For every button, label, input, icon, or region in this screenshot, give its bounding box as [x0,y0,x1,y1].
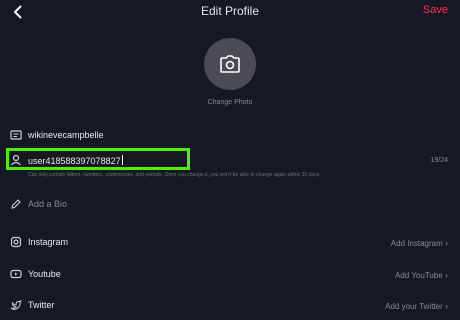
add-twitter-label: Add your Twitter [385,302,443,311]
highlight-box [6,148,190,170]
add-instagram-label: Add Instagram [390,239,443,248]
youtube-icon [10,269,22,279]
change-photo-label[interactable]: Change Photo [0,99,460,106]
instagram-icon [10,236,22,248]
username-hint: Can only contain letters, numbers, under… [28,172,321,178]
username-counter: 19/24 [430,157,448,164]
add-youtube-label: Add YouTube [395,271,443,280]
youtube-label: Youtube [28,269,61,279]
camera-icon [220,55,240,73]
page-title: Edit Profile [200,4,260,18]
instagram-label: Instagram [28,237,69,247]
name-field[interactable]: wikinevecampbelle [28,130,104,140]
add-instagram-button[interactable]: Add Instagram › [391,238,448,248]
chevron-right-icon: › [445,301,448,311]
chevron-right-icon: › [445,270,448,280]
bio-field[interactable]: Add a Bio [28,199,67,209]
avatar[interactable] [204,38,256,90]
pencil-icon [11,199,21,209]
save-button[interactable]: Save [423,4,448,16]
add-youtube-button[interactable]: Add YouTube › [395,270,448,280]
twitter-label: Twitter [28,300,55,310]
twitter-icon [10,300,22,310]
add-twitter-button[interactable]: Add your Twitter › [385,301,448,311]
chevron-right-icon: › [445,238,448,248]
id-card-icon [10,130,22,140]
